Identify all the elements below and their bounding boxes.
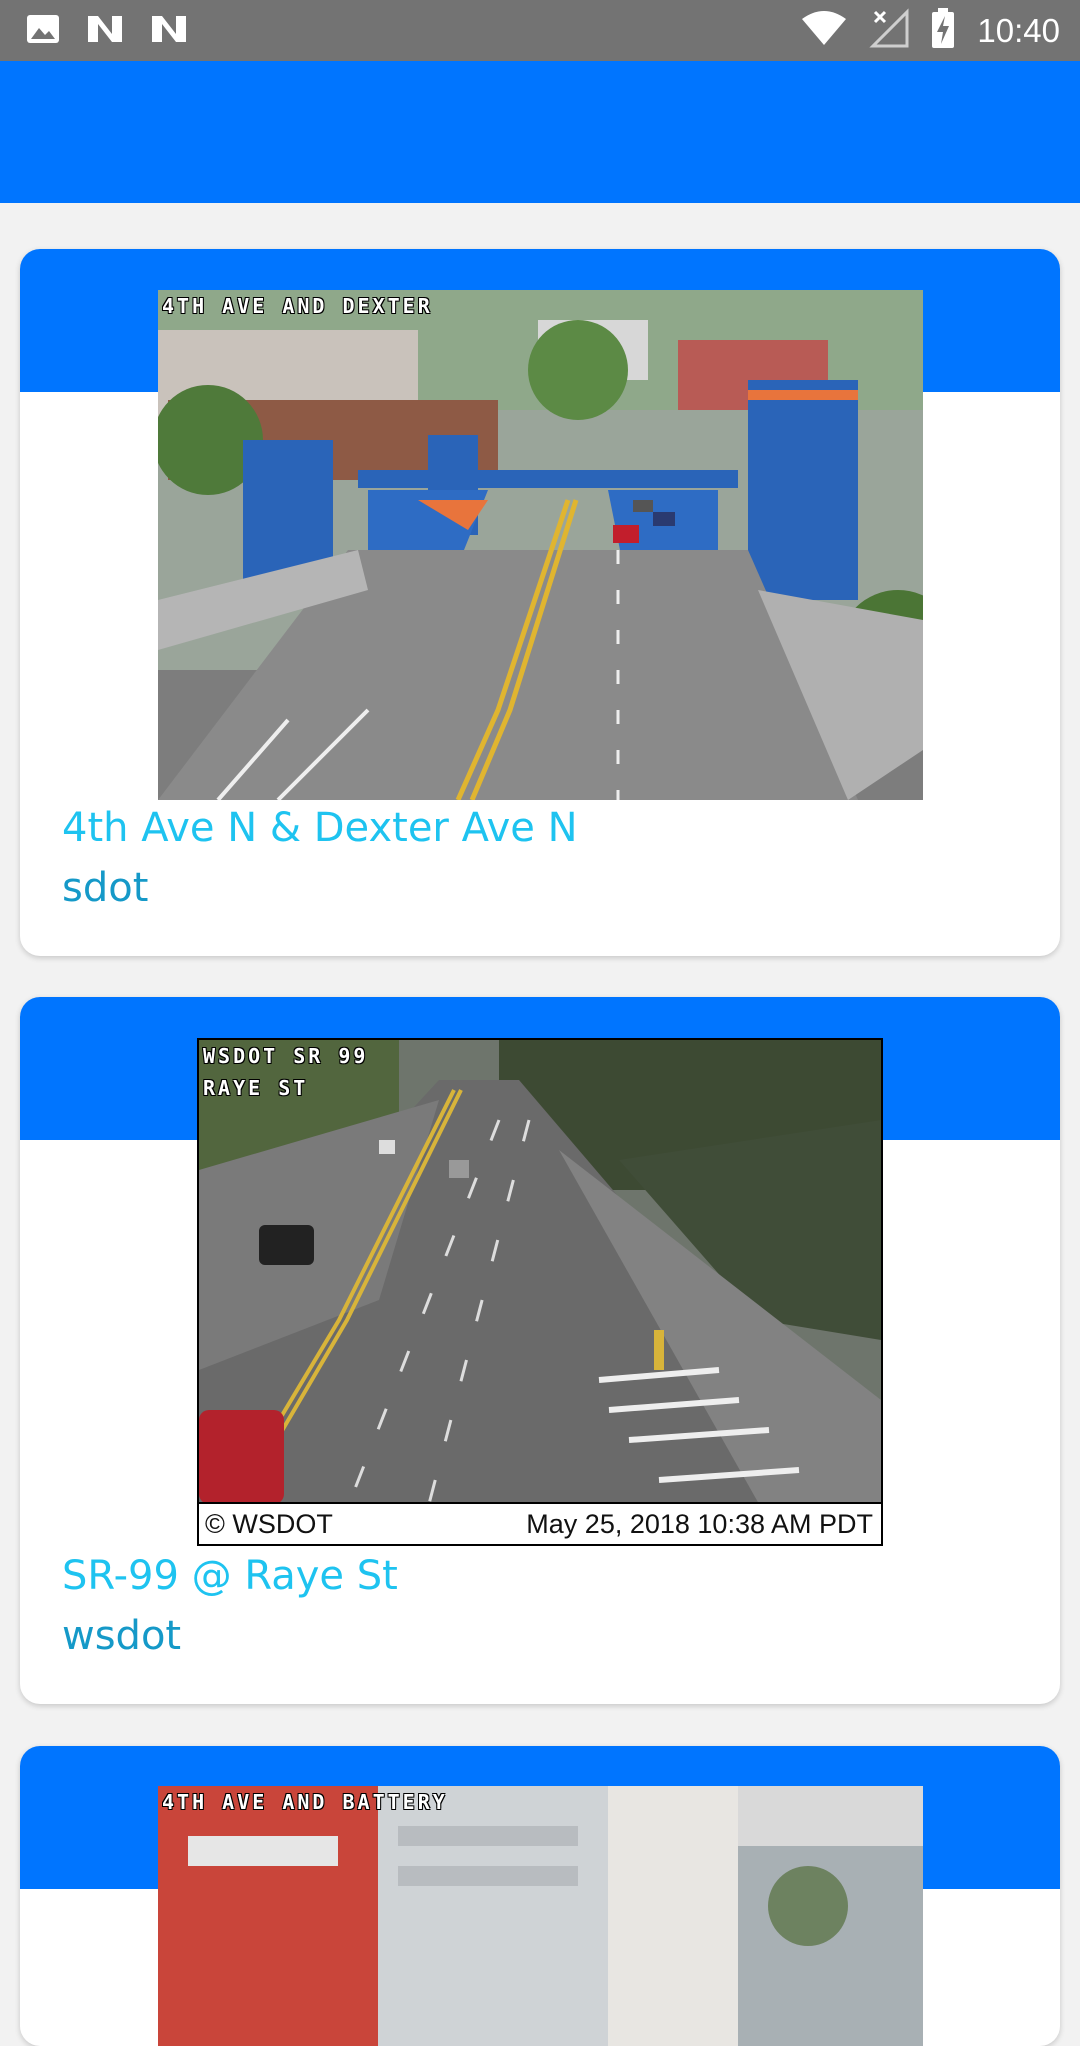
camera-source: sdot xyxy=(62,865,149,911)
wifi-icon xyxy=(801,9,847,52)
camera-card[interactable]: WSDOT SR 99 RAYE ST © WSDOT May 25, 2018… xyxy=(20,997,1060,1704)
app-bar xyxy=(0,61,1080,203)
camera-overlay-label: WSDOT SR 99 RAYE ST xyxy=(203,1044,369,1100)
status-bar: 10:40 xyxy=(0,0,1080,61)
camera-timestamp-bar: © WSDOT May 25, 2018 10:38 AM PDT xyxy=(199,1502,881,1544)
camera-image[interactable]: 4TH AVE AND DEXTER xyxy=(158,290,923,800)
camera-timestamp: May 25, 2018 10:38 AM PDT xyxy=(526,1509,873,1539)
camera-overlay-label: 4TH AVE AND BATTERY xyxy=(162,1790,448,1814)
no-signal-icon xyxy=(869,8,909,53)
camera-overlay-label: 4TH AVE AND DEXTER xyxy=(162,294,433,318)
camera-title[interactable]: SR-99 @ Raye St xyxy=(62,1553,398,1599)
camera-card[interactable]: 4TH AVE AND BATTERY xyxy=(20,1746,1060,2046)
camera-image[interactable]: WSDOT SR 99 RAYE ST © WSDOT May 25, 2018… xyxy=(197,1038,883,1546)
camera-card[interactable]: 4TH AVE AND DEXTER 4th Ave N & Dexter Av… xyxy=(20,249,1060,956)
n-notification-icon xyxy=(86,12,124,51)
camera-source: wsdot xyxy=(62,1613,182,1659)
camera-copyright: © WSDOT xyxy=(205,1509,333,1539)
battery-charging-icon xyxy=(931,8,955,53)
clock-time: 10:40 xyxy=(977,11,1060,49)
n-notification-icon xyxy=(150,12,188,51)
camera-image[interactable]: 4TH AVE AND BATTERY xyxy=(158,1786,923,2046)
camera-title[interactable]: 4th Ave N & Dexter Ave N xyxy=(62,805,578,851)
image-icon xyxy=(26,12,60,51)
